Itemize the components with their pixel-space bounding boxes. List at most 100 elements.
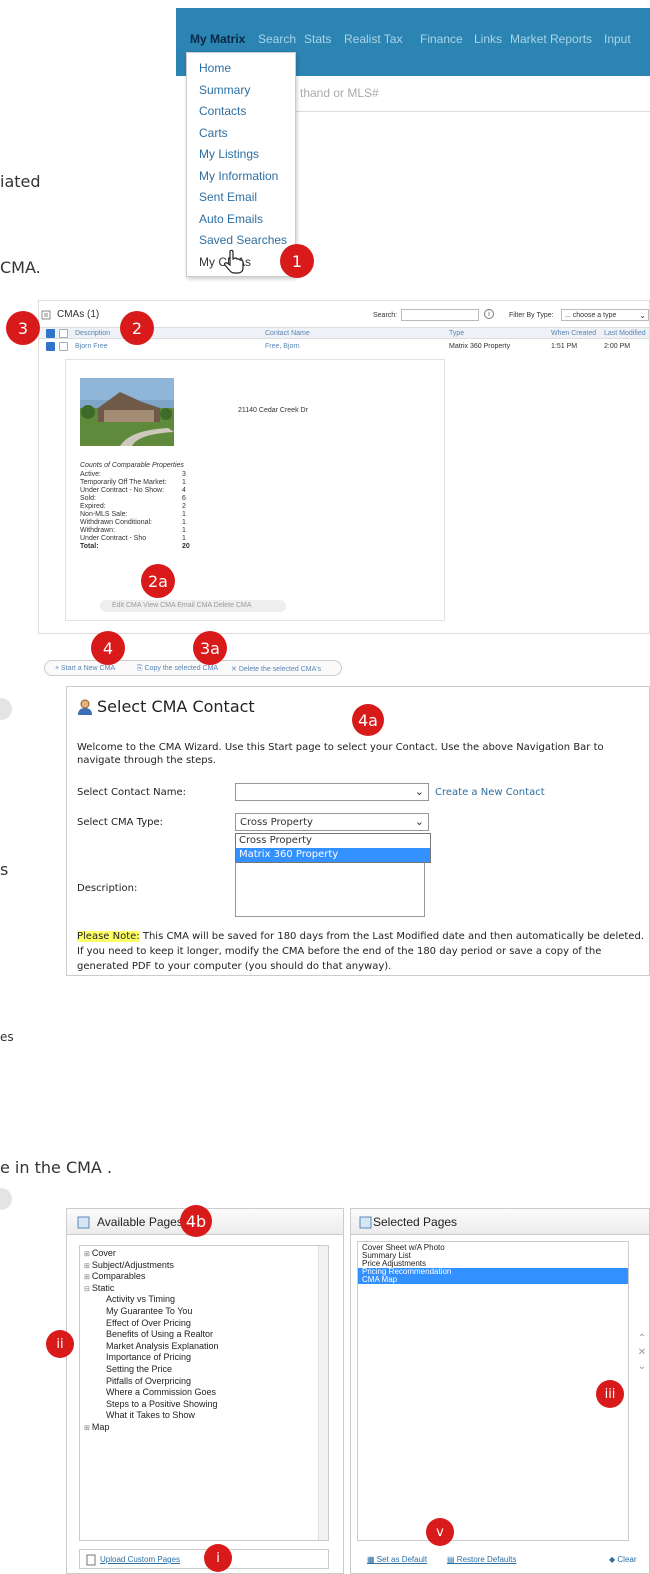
step-badge: 3 — [6, 311, 40, 345]
quick-search-bar[interactable]: thand or MLS# — [290, 76, 650, 112]
restore-defaults-label: Restore Defaults — [456, 1555, 517, 1564]
nav-stats[interactable]: Stats — [304, 32, 331, 46]
doc-text-fragment: CMA. — [0, 258, 41, 277]
move-up-icon[interactable]: ⌃ — [635, 1333, 649, 1347]
contact-name-select[interactable]: ⌄ — [235, 783, 429, 801]
expand-icon[interactable]: ⊞ — [84, 1263, 90, 1270]
menu-item-auto-emails[interactable]: Auto Emails — [199, 212, 263, 226]
copy-cma-button[interactable]: ⎘ Copy the selected CMA — [137, 665, 218, 673]
static-page-item[interactable]: Benefits of Using a Realtor — [84, 1329, 219, 1341]
static-page-item[interactable]: Market Analysis Explanation — [84, 1341, 219, 1353]
option-cross-property[interactable]: Cross Property — [236, 834, 430, 848]
option-matrix-360-property[interactable]: Matrix 360 Property — [236, 848, 430, 862]
available-pages-list: ⊞ Cover ⊞ Subject/Adjustments ⊞ Comparables ⊟ S… — [79, 1245, 329, 1541]
col-last-modified[interactable]: Last Modified — [604, 330, 646, 337]
filter-label: Filter By Type: — [509, 312, 554, 319]
menu-item-my-information[interactable]: My Information — [199, 169, 278, 183]
upload-custom-pages-link[interactable]: Upload Custom Pages — [100, 1555, 180, 1564]
create-new-contact-link[interactable]: Create a New Contact — [435, 787, 545, 798]
tree-node[interactable]: ⊞ Map — [84, 1422, 219, 1434]
nav-search[interactable]: Search — [258, 32, 296, 46]
row-description[interactable]: Bjorn Free — [75, 343, 108, 350]
count-row: Non-MLS Sale: 1 — [80, 511, 220, 519]
nav-input[interactable]: Input — [604, 32, 631, 46]
tree-node[interactable]: ⊟ Static — [84, 1283, 219, 1295]
expand-icon[interactable]: ⊞ — [84, 1251, 90, 1258]
nav-finance[interactable]: Finance — [420, 32, 463, 46]
select-all-checkbox[interactable] — [46, 329, 55, 338]
nav-market-reports[interactable]: Market Reports — [510, 32, 592, 46]
menu-item-saved-searches[interactable]: Saved Searches — [199, 233, 287, 247]
counts-list: Active: 3 Temporarily Off The Market: 1 Unde… — [80, 471, 220, 551]
count-value: 2 — [182, 503, 186, 510]
step-badge: v — [426, 1518, 454, 1546]
move-down-icon[interactable]: ⌄ — [635, 1361, 649, 1375]
filter-type-select[interactable]: ... choose a type ⌄ — [561, 309, 649, 321]
static-page-item[interactable]: Where a Commission Goes — [84, 1387, 219, 1399]
cma-row-actions-label[interactable]: Edit CMA View CMA Email CMA Delete CMA — [112, 602, 252, 609]
tree-node-label: Subject/Adjustments — [91, 1259, 174, 1270]
col-when-created[interactable]: When Created — [551, 330, 596, 337]
expand-row-icon[interactable] — [59, 342, 68, 351]
count-label: Under Contract - No Show: — [80, 487, 165, 494]
static-page-item[interactable]: My Guarantee To You — [84, 1306, 219, 1318]
copy-cma-label: Copy the selected CMA — [144, 665, 219, 672]
counts-title: Counts of Comparable Properties — [80, 462, 184, 469]
menu-item-home[interactable]: Home — [199, 61, 231, 75]
row-modified: 2:00 PM — [604, 343, 631, 350]
doc-text-fragment: s — [0, 860, 9, 879]
restore-defaults-link[interactable]: ▤ Restore Defaults — [447, 1555, 516, 1564]
selected-page-item[interactable]: CMA Map — [358, 1276, 628, 1284]
col-contact-name[interactable]: Contact Name — [265, 330, 310, 337]
col-description[interactable]: Description — [75, 330, 110, 337]
cma-type-select[interactable]: Cross Property ⌄ — [235, 813, 429, 831]
menu-item-carts[interactable]: Carts — [199, 126, 228, 140]
count-row: Total: 20 — [80, 543, 220, 551]
row-contact[interactable]: Free, Bjorn — [265, 343, 300, 350]
static-page-item-label: Pitfalls of Overpricing — [106, 1375, 192, 1386]
chevron-down-icon: ⌄ — [414, 785, 424, 798]
scrollbar[interactable] — [318, 1246, 328, 1540]
set-as-default-link[interactable]: ▦ Set as Default — [367, 1555, 427, 1564]
step-badge: i — [204, 1544, 232, 1572]
tree-node[interactable]: ⊞ Comparables — [84, 1271, 219, 1283]
remove-icon[interactable]: ✕ — [635, 1347, 649, 1361]
static-page-item[interactable]: Setting the Price — [84, 1364, 219, 1376]
menu-item-my-listings[interactable]: My Listings — [199, 147, 259, 161]
delete-cma-button[interactable]: ✕ Delete the selected CMA's — [231, 665, 321, 673]
expand-icon[interactable]: ⊞ — [84, 1274, 90, 1281]
close-icon: ✕ — [231, 666, 237, 673]
count-value: 3 — [182, 471, 186, 478]
property-photo — [80, 378, 174, 446]
static-page-item[interactable]: Importance of Pricing — [84, 1352, 219, 1364]
nav-my-matrix[interactable]: My Matrix — [190, 32, 245, 46]
info-icon[interactable]: i — [484, 309, 494, 319]
row-type: Matrix 360 Property — [449, 343, 511, 350]
static-page-item[interactable]: Activity vs Timing — [84, 1294, 219, 1306]
expand-all-icon[interactable] — [59, 329, 68, 338]
static-page-item[interactable]: Pitfalls of Overpricing — [84, 1376, 219, 1388]
row-checkbox[interactable] — [46, 342, 55, 351]
start-new-cma-button[interactable]: + Start a New CMA — [55, 665, 115, 672]
static-page-item[interactable]: Steps to a Positive Showing — [84, 1399, 219, 1411]
quick-search-placeholder: thand or MLS# — [300, 86, 379, 100]
menu-item-contacts[interactable]: Contacts — [199, 104, 246, 118]
static-page-item[interactable]: What it Takes to Show — [84, 1410, 219, 1422]
clear-link[interactable]: ◆ Clear — [609, 1555, 637, 1564]
cma-row-actions[interactable]: Edit CMA View CMA Email CMA Delete CMA — [100, 600, 286, 612]
available-pages-tree: ⊞ Cover ⊞ Subject/Adjustments ⊞ Comparables ⊟ S… — [84, 1248, 219, 1434]
description-textarea[interactable] — [235, 861, 425, 917]
static-page-item[interactable]: Effect of Over Pricing — [84, 1318, 219, 1330]
nav-links[interactable]: Links — [474, 32, 502, 46]
tree-node[interactable]: ⊞ Cover — [84, 1248, 219, 1260]
menu-item-summary[interactable]: Summary — [199, 83, 250, 97]
expand-icon[interactable]: ⊟ — [84, 1286, 90, 1293]
tree-node[interactable]: ⊞ Subject/Adjustments — [84, 1260, 219, 1272]
cma-search-input[interactable] — [401, 309, 479, 321]
col-type[interactable]: Type — [449, 330, 464, 337]
menu-item-sent-email[interactable]: Sent Email — [199, 190, 257, 204]
expand-icon[interactable]: ⊞ — [84, 1425, 90, 1432]
nav-realist-tax[interactable]: Realist Tax — [344, 32, 402, 46]
cma-type-options: Cross Property Matrix 360 Property — [235, 833, 431, 863]
selected-page-item[interactable]: Pricing Recommendation — [358, 1268, 628, 1276]
